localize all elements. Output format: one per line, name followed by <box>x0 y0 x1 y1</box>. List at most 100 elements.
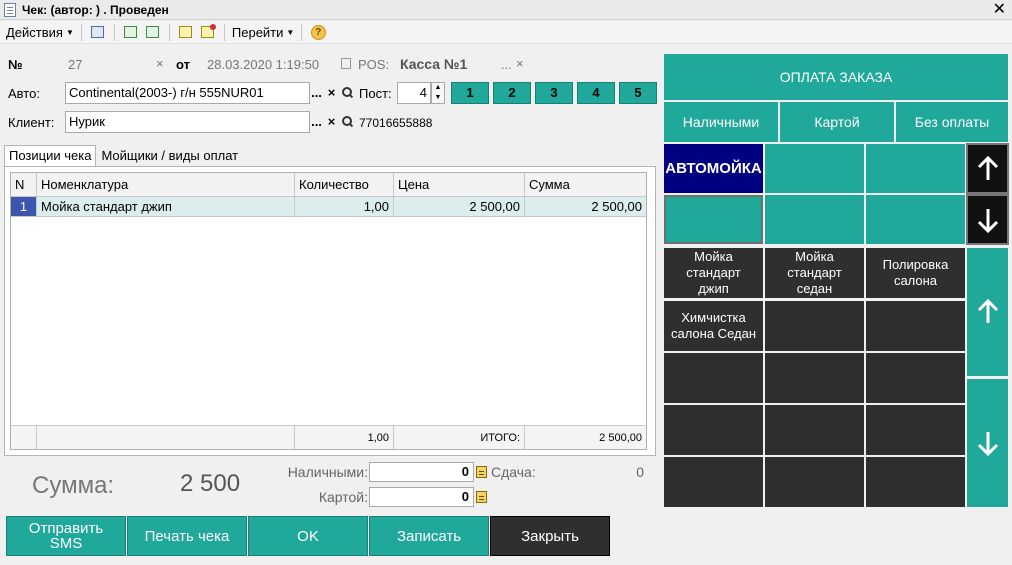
category-tile[interactable] <box>764 194 865 245</box>
product-tile-dry-cleaning[interactable]: Химчистка салона Седан <box>663 300 764 352</box>
toolbar: Действия ▼ Перейти ▼ ? <box>0 21 1012 44</box>
print-receipt-button[interactable]: Печать чека <box>127 516 247 556</box>
post-3-button[interactable]: 3 <box>535 82 573 104</box>
client-select-button[interactable]: ... <box>310 111 323 133</box>
product-tile-polishing[interactable]: Полировка салона <box>865 247 966 299</box>
client-clear-icon[interactable]: × <box>325 111 338 133</box>
card-input[interactable]: 0 <box>369 487 474 507</box>
column-header-n[interactable]: N <box>11 173 37 196</box>
help-icon: ? <box>310 24 326 40</box>
ok-button[interactable]: OK <box>248 516 368 556</box>
clear-pos-icon[interactable]: × <box>516 56 524 71</box>
refresh-button[interactable] <box>122 23 140 41</box>
post-label: Пост: <box>359 86 392 101</box>
cash-input[interactable]: 0 <box>369 462 474 482</box>
calculator-icon[interactable] <box>476 491 487 503</box>
positions-panel: N Номенклатура Количество Цена Сумма 1 М… <box>4 166 656 456</box>
pos-select-button[interactable]: ... <box>501 57 512 72</box>
product-tile[interactable] <box>764 352 865 404</box>
category-tile[interactable] <box>663 194 764 245</box>
product-tile-label: Мойка стандарт седан <box>787 249 841 297</box>
pos-field[interactable]: Касса №1 <box>400 56 467 72</box>
product-tile[interactable] <box>764 456 865 508</box>
row-n: 1 <box>11 197 37 216</box>
auto-select-button[interactable]: ... <box>310 82 323 104</box>
column-header-name[interactable]: Номенклатура <box>37 173 295 196</box>
table-header: N Номенклатура Количество Цена Сумма <box>11 173 646 197</box>
footer-sum: 2 500,00 <box>599 431 642 444</box>
auto-clear-icon[interactable]: × <box>325 82 338 104</box>
product-tile[interactable] <box>764 404 865 456</box>
arrow-up-icon <box>977 298 998 323</box>
category-scroll-down-button[interactable] <box>966 194 1009 245</box>
pos-icon <box>341 58 351 69</box>
post-4-button[interactable]: 4 <box>577 82 615 104</box>
post-input[interactable]: 4 <box>397 82 431 104</box>
footer-total-label: ИТОГО: <box>394 426 525 449</box>
post-spinner[interactable]: ▲ ▼ <box>431 82 445 104</box>
chevron-down-icon: ▼ <box>286 27 295 37</box>
row-qty: 1,00 <box>295 197 394 216</box>
add-document-button[interactable] <box>177 23 195 41</box>
column-header-qty[interactable]: Количество <box>295 173 394 196</box>
column-header-price[interactable]: Цена <box>394 173 525 196</box>
product-label-line: салона Седан <box>670 326 757 341</box>
product-tile[interactable] <box>865 300 966 352</box>
calculator-icon[interactable] <box>476 466 487 478</box>
actions-menu-label: Действия <box>6 24 63 40</box>
post-1-button[interactable]: 1 <box>451 82 489 104</box>
copy-icon <box>146 26 160 38</box>
post-5-button[interactable]: 5 <box>619 82 657 104</box>
product-label-line: Мойка <box>795 249 834 264</box>
number-field[interactable]: 27 <box>68 57 82 72</box>
column-header-sum[interactable]: Сумма <box>525 173 646 196</box>
product-tile-sedan-wash[interactable]: Мойка стандарт седан <box>764 247 865 299</box>
category-tile[interactable] <box>764 143 865 194</box>
send-sms-label: Отправить SMS <box>29 521 103 551</box>
product-tile[interactable] <box>663 352 764 404</box>
actions-menu[interactable]: Действия ▼ <box>4 25 76 40</box>
copy-button[interactable] <box>144 23 162 41</box>
client-input[interactable]: Нурик <box>65 111 310 133</box>
category-tile[interactable] <box>865 194 966 245</box>
help-button[interactable]: ? <box>309 23 327 41</box>
product-scroll-down-button[interactable] <box>966 378 1009 508</box>
pay-none-button[interactable]: Без оплаты <box>895 101 1009 143</box>
product-scroll-up-button[interactable] <box>966 247 1009 377</box>
arrow-down-icon <box>977 208 998 233</box>
client-search-icon[interactable] <box>340 111 353 133</box>
document-icon <box>4 2 16 17</box>
tab-positions[interactable]: Позиции чека <box>4 145 97 167</box>
cash-label: Наличными: <box>287 464 368 480</box>
product-tile[interactable] <box>663 404 764 456</box>
product-tile[interactable] <box>764 300 865 352</box>
pay-card-button[interactable]: Картой <box>779 101 895 143</box>
close-icon[interactable]: ✕ <box>993 0 1006 19</box>
post-document-button[interactable] <box>89 23 107 41</box>
send-sms-button[interactable]: Отправить SMS <box>6 516 126 556</box>
product-tile-jeep-wash[interactable]: Мойка стандарт джип <box>663 247 764 299</box>
category-tile[interactable] <box>865 143 966 194</box>
product-label-line: седан <box>796 281 833 296</box>
goto-menu[interactable]: Перейти ▼ <box>230 25 296 40</box>
product-tile[interactable] <box>865 404 966 456</box>
tab-washers[interactable]: Мойщики / виды оплат <box>96 145 243 167</box>
auto-input[interactable]: Continental(2003-) г/н 555NUR01 <box>65 82 310 104</box>
product-tile[interactable] <box>663 456 764 508</box>
delete-document-button[interactable] <box>199 23 217 41</box>
category-scroll-up-button[interactable] <box>966 143 1009 194</box>
product-tile[interactable] <box>865 352 966 404</box>
category-carwash-button[interactable]: АВТОМОЙКА <box>663 143 764 194</box>
post-2-button[interactable]: 2 <box>493 82 531 104</box>
close-button[interactable]: Закрыть <box>490 516 610 556</box>
date-field[interactable]: 28.03.2020 1:19:50 <box>207 57 319 72</box>
table-row[interactable]: 1 Мойка стандарт джип 1,00 2 500,00 2 50… <box>11 197 646 217</box>
product-tile[interactable] <box>865 456 966 508</box>
save-button[interactable]: Записать <box>369 516 489 556</box>
pay-cash-button[interactable]: Наличными <box>663 101 779 143</box>
auto-search-icon[interactable] <box>340 82 353 104</box>
product-label-line: Химчистка <box>681 310 746 325</box>
clear-number-icon[interactable]: × <box>156 56 164 71</box>
pay-order-button[interactable]: ОПЛАТА ЗАКАЗА <box>663 53 1009 101</box>
refresh-icon <box>124 26 138 38</box>
